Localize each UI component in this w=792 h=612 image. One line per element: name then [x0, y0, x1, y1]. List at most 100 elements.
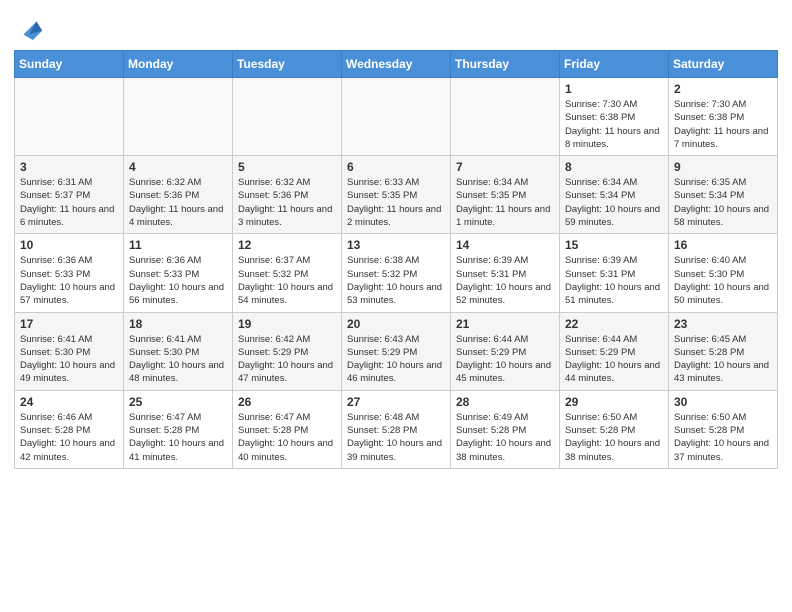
day-header-monday: Monday	[124, 51, 233, 78]
day-info: Sunrise: 6:50 AM Sunset: 5:28 PM Dayligh…	[674, 411, 772, 464]
day-number: 9	[674, 160, 772, 174]
day-info: Sunrise: 6:35 AM Sunset: 5:34 PM Dayligh…	[674, 176, 772, 229]
day-number: 2	[674, 82, 772, 96]
calendar-cell	[15, 78, 124, 156]
day-info: Sunrise: 6:36 AM Sunset: 5:33 PM Dayligh…	[129, 254, 227, 307]
calendar-cell: 27 Sunrise: 6:48 AM Sunset: 5:28 PM Dayli…	[342, 390, 451, 468]
day-info: Sunrise: 6:34 AM Sunset: 5:34 PM Dayligh…	[565, 176, 663, 229]
calendar-cell: 14 Sunrise: 6:39 AM Sunset: 5:31 PM Dayli…	[451, 234, 560, 312]
day-number: 17	[20, 317, 118, 331]
logo	[14, 14, 44, 42]
day-number: 5	[238, 160, 336, 174]
calendar-table: SundayMondayTuesdayWednesdayThursdayFrid…	[14, 50, 778, 469]
calendar-cell: 16 Sunrise: 6:40 AM Sunset: 5:30 PM Dayli…	[669, 234, 778, 312]
calendar-cell	[124, 78, 233, 156]
day-info: Sunrise: 6:41 AM Sunset: 5:30 PM Dayligh…	[129, 333, 227, 386]
day-header-wednesday: Wednesday	[342, 51, 451, 78]
day-number: 26	[238, 395, 336, 409]
day-info: Sunrise: 6:42 AM Sunset: 5:29 PM Dayligh…	[238, 333, 336, 386]
day-info: Sunrise: 6:44 AM Sunset: 5:29 PM Dayligh…	[565, 333, 663, 386]
day-number: 27	[347, 395, 445, 409]
calendar-cell: 11 Sunrise: 6:36 AM Sunset: 5:33 PM Dayli…	[124, 234, 233, 312]
day-header-sunday: Sunday	[15, 51, 124, 78]
day-number: 6	[347, 160, 445, 174]
day-number: 20	[347, 317, 445, 331]
day-number: 29	[565, 395, 663, 409]
day-number: 28	[456, 395, 554, 409]
day-number: 4	[129, 160, 227, 174]
day-info: Sunrise: 6:49 AM Sunset: 5:28 PM Dayligh…	[456, 411, 554, 464]
day-number: 25	[129, 395, 227, 409]
calendar-cell: 17 Sunrise: 6:41 AM Sunset: 5:30 PM Dayli…	[15, 312, 124, 390]
day-number: 16	[674, 238, 772, 252]
day-number: 24	[20, 395, 118, 409]
calendar-cell: 15 Sunrise: 6:39 AM Sunset: 5:31 PM Dayli…	[560, 234, 669, 312]
day-info: Sunrise: 6:41 AM Sunset: 5:30 PM Dayligh…	[20, 333, 118, 386]
day-number: 10	[20, 238, 118, 252]
day-info: Sunrise: 6:39 AM Sunset: 5:31 PM Dayligh…	[565, 254, 663, 307]
calendar-cell: 3Sunrise: 6:31 AM Sunset: 5:37 PM Daylig…	[15, 156, 124, 234]
calendar-cell: 20 Sunrise: 6:43 AM Sunset: 5:29 PM Dayli…	[342, 312, 451, 390]
calendar-cell: 7 Sunrise: 6:34 AM Sunset: 5:35 PM Daylig…	[451, 156, 560, 234]
day-info: Sunrise: 6:37 AM Sunset: 5:32 PM Dayligh…	[238, 254, 336, 307]
calendar-cell: 2 Sunrise: 7:30 AM Sunset: 6:38 PM Daylig…	[669, 78, 778, 156]
day-header-saturday: Saturday	[669, 51, 778, 78]
day-info: Sunrise: 6:33 AM Sunset: 5:35 PM Dayligh…	[347, 176, 445, 229]
calendar-cell: 30 Sunrise: 6:50 AM Sunset: 5:28 PM Dayli…	[669, 390, 778, 468]
day-number: 23	[674, 317, 772, 331]
day-info: Sunrise: 6:48 AM Sunset: 5:28 PM Dayligh…	[347, 411, 445, 464]
calendar-cell: 25 Sunrise: 6:47 AM Sunset: 5:28 PM Dayli…	[124, 390, 233, 468]
day-info: Sunrise: 6:50 AM Sunset: 5:28 PM Dayligh…	[565, 411, 663, 464]
calendar-cell: 26 Sunrise: 6:47 AM Sunset: 5:28 PM Dayli…	[233, 390, 342, 468]
day-info: Sunrise: 7:30 AM Sunset: 6:38 PM Dayligh…	[565, 98, 663, 151]
day-info: Sunrise: 6:31 AM Sunset: 5:37 PM Dayligh…	[20, 176, 118, 229]
day-info: Sunrise: 6:34 AM Sunset: 5:35 PM Dayligh…	[456, 176, 554, 229]
day-info: Sunrise: 6:43 AM Sunset: 5:29 PM Dayligh…	[347, 333, 445, 386]
calendar-week-5: 24Sunrise: 6:46 AM Sunset: 5:28 PM Dayli…	[15, 390, 778, 468]
day-number: 12	[238, 238, 336, 252]
calendar-cell: 13 Sunrise: 6:38 AM Sunset: 5:32 PM Dayli…	[342, 234, 451, 312]
day-number: 18	[129, 317, 227, 331]
calendar-cell: 9 Sunrise: 6:35 AM Sunset: 5:34 PM Daylig…	[669, 156, 778, 234]
day-info: Sunrise: 6:32 AM Sunset: 5:36 PM Dayligh…	[238, 176, 336, 229]
calendar-cell: 28 Sunrise: 6:49 AM Sunset: 5:28 PM Dayli…	[451, 390, 560, 468]
day-number: 13	[347, 238, 445, 252]
day-info: Sunrise: 6:45 AM Sunset: 5:28 PM Dayligh…	[674, 333, 772, 386]
day-number: 15	[565, 238, 663, 252]
day-info: Sunrise: 6:32 AM Sunset: 5:36 PM Dayligh…	[129, 176, 227, 229]
day-number: 11	[129, 238, 227, 252]
day-info: Sunrise: 6:39 AM Sunset: 5:31 PM Dayligh…	[456, 254, 554, 307]
day-info: Sunrise: 7:30 AM Sunset: 6:38 PM Dayligh…	[674, 98, 772, 151]
day-number: 21	[456, 317, 554, 331]
calendar-cell: 4 Sunrise: 6:32 AM Sunset: 5:36 PM Daylig…	[124, 156, 233, 234]
day-header-tuesday: Tuesday	[233, 51, 342, 78]
calendar-week-2: 3Sunrise: 6:31 AM Sunset: 5:37 PM Daylig…	[15, 156, 778, 234]
calendar-cell: 12 Sunrise: 6:37 AM Sunset: 5:32 PM Dayli…	[233, 234, 342, 312]
day-info: Sunrise: 6:47 AM Sunset: 5:28 PM Dayligh…	[129, 411, 227, 464]
calendar-cell: 23 Sunrise: 6:45 AM Sunset: 5:28 PM Dayli…	[669, 312, 778, 390]
day-number: 19	[238, 317, 336, 331]
calendar-week-3: 10 Sunrise: 6:36 AM Sunset: 5:33 PM Dayli…	[15, 234, 778, 312]
calendar-cell: 8Sunrise: 6:34 AM Sunset: 5:34 PM Daylig…	[560, 156, 669, 234]
calendar-cell: 29 Sunrise: 6:50 AM Sunset: 5:28 PM Dayli…	[560, 390, 669, 468]
day-number: 14	[456, 238, 554, 252]
day-number: 22	[565, 317, 663, 331]
day-info: Sunrise: 6:38 AM Sunset: 5:32 PM Dayligh…	[347, 254, 445, 307]
day-number: 30	[674, 395, 772, 409]
day-header-thursday: Thursday	[451, 51, 560, 78]
calendar-cell: 19 Sunrise: 6:42 AM Sunset: 5:29 PM Dayli…	[233, 312, 342, 390]
day-number: 7	[456, 160, 554, 174]
day-info: Sunrise: 6:47 AM Sunset: 5:28 PM Dayligh…	[238, 411, 336, 464]
calendar-week-4: 17 Sunrise: 6:41 AM Sunset: 5:30 PM Dayli…	[15, 312, 778, 390]
calendar-cell: 21Sunrise: 6:44 AM Sunset: 5:29 PM Dayli…	[451, 312, 560, 390]
header	[14, 10, 778, 42]
day-header-friday: Friday	[560, 51, 669, 78]
logo-icon	[16, 14, 44, 42]
calendar-week-1: 1 Sunrise: 7:30 AM Sunset: 6:38 PM Daylig…	[15, 78, 778, 156]
calendar-cell: 5 Sunrise: 6:32 AM Sunset: 5:36 PM Daylig…	[233, 156, 342, 234]
calendar-cell: 24Sunrise: 6:46 AM Sunset: 5:28 PM Dayli…	[15, 390, 124, 468]
page: SundayMondayTuesdayWednesdayThursdayFrid…	[0, 0, 792, 483]
day-info: Sunrise: 6:36 AM Sunset: 5:33 PM Dayligh…	[20, 254, 118, 307]
day-info: Sunrise: 6:40 AM Sunset: 5:30 PM Dayligh…	[674, 254, 772, 307]
day-number: 1	[565, 82, 663, 96]
